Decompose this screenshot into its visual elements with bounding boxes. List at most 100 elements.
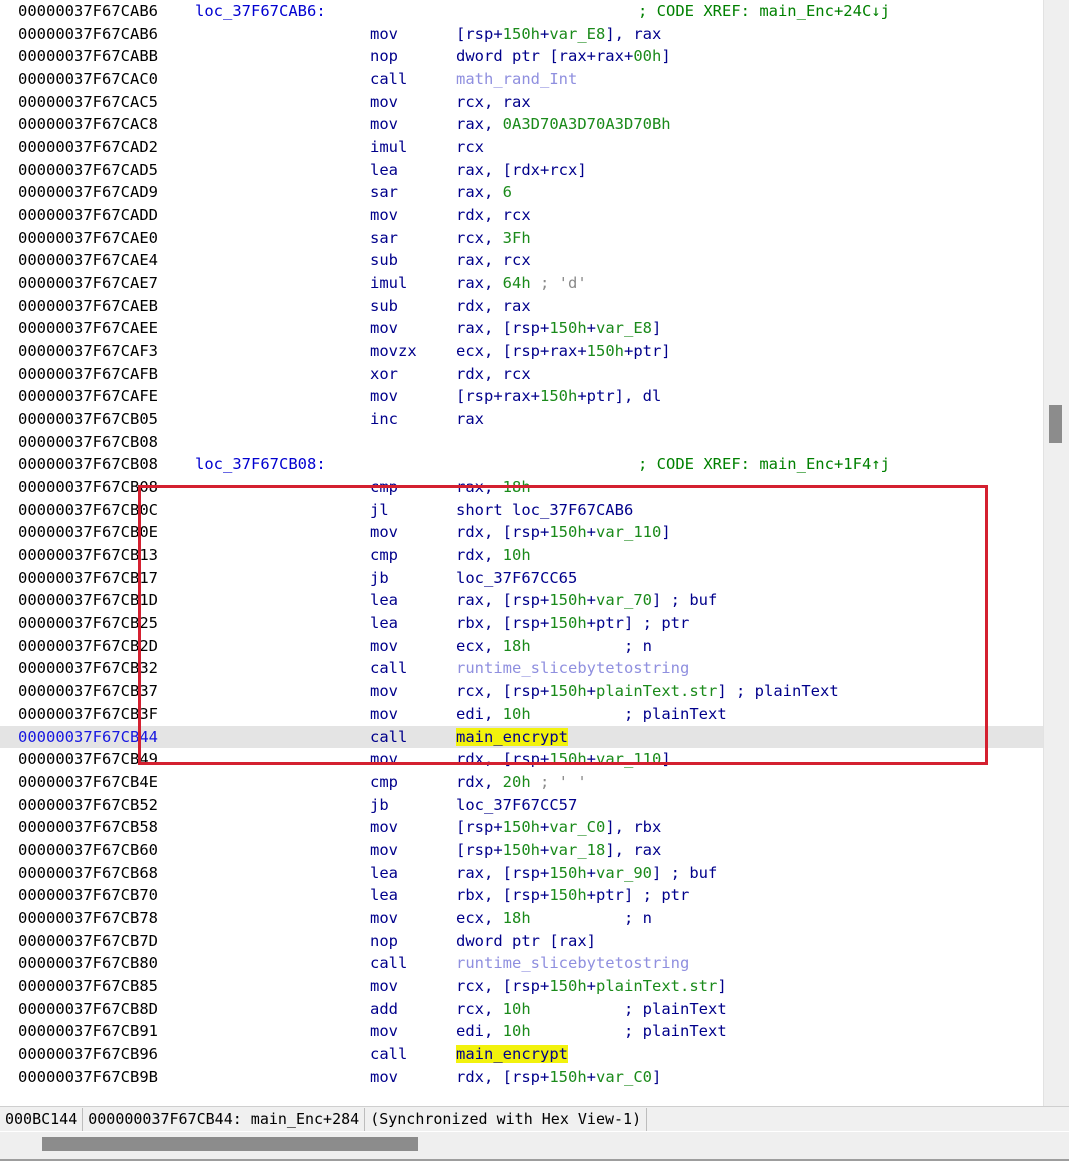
instruction-mnemonic: add [370, 999, 398, 1018]
instruction-mnemonic: cmp [370, 478, 398, 497]
highlighted-symbol[interactable]: main_encrypt [456, 1043, 568, 1066]
code-listing[interactable]: 00000037F67CAB6 loc_37F67CAB6: ; CODE XREF… [0, 0, 1043, 1088]
code-line[interactable]: 00000037F67CB05 inc rax [0, 408, 1043, 431]
instruction-mnemonic: mov [370, 908, 398, 927]
instruction-mnemonic: mov [370, 523, 398, 542]
code-line[interactable]: 00000037F67CB68 lea rax, [rsp+150h+var_90]… [0, 862, 1043, 885]
xref-comment[interactable]: ; CODE XREF: main_Enc+1F4↑j [638, 453, 890, 476]
instruction-address: 00000037F67CB05 [18, 410, 158, 429]
code-line[interactable]: 00000037F67CB08 [0, 431, 1043, 454]
code-line[interactable]: 00000037F67CB96 call main_encrypt [0, 1043, 1043, 1066]
code-line[interactable]: 00000037F67CB25 lea rbx, [rsp+150h+ptr] ; … [0, 612, 1043, 635]
instruction-operands: rcx, 3Fh [456, 228, 531, 247]
code-line[interactable]: 00000037F67CB7D nop dword ptr [rax] [0, 930, 1043, 953]
instruction-mnemonic: call [370, 659, 408, 678]
code-line[interactable]: 00000037F67CAE0 sar rcx, 3Fh [0, 227, 1043, 250]
code-line[interactable]: 00000037F67CAB6 loc_37F67CAB6: ; CODE XREF… [0, 0, 1043, 23]
instruction-mnemonic: call [370, 70, 408, 89]
code-line[interactable]: 00000037F67CB08 cmp rax, 18h [0, 476, 1043, 499]
instruction-operands: [rsp+rax+150h+ptr], dl [456, 387, 662, 406]
instruction-mnemonic: sub [370, 251, 398, 270]
instruction-operands: rdx, [rsp+150h+var_C0] [456, 1067, 662, 1086]
code-line[interactable]: 00000037F67CADD mov rdx, rcx [0, 204, 1043, 227]
instruction-operands[interactable]: runtime_slicebytetostring [456, 952, 689, 975]
code-label[interactable]: loc_37F67CB08: [195, 453, 326, 476]
code-line[interactable]: 00000037F67CB17 jb loc_37F67CC65 [0, 567, 1043, 590]
instruction-operands: rax, rcx [456, 251, 531, 270]
code-line[interactable]: 00000037F67CB80 call runtime_slicebytetost… [0, 952, 1043, 975]
instruction-operands[interactable]: runtime_slicebytetostring [456, 657, 689, 680]
instruction-mnemonic: mov [370, 387, 398, 406]
instruction-mnemonic: lea [370, 863, 398, 882]
instruction-address: 00000037F67CAD9 [18, 183, 158, 202]
code-line[interactable]: 00000037F67CAE4 sub rax, rcx [0, 249, 1043, 272]
code-line[interactable]: 00000037F67CB8D add rcx, 10h ; plainText [0, 998, 1043, 1021]
instruction-operands[interactable]: loc_37F67CC65 [456, 567, 577, 590]
instruction-operands: rbx, [rsp+150h+ptr] ; ptr [456, 614, 690, 633]
code-line[interactable]: 00000037F67CAC8 mov rax, 0A3D70A3D70A3D70B… [0, 113, 1043, 136]
code-line[interactable]: 00000037F67CAD2 imul rcx [0, 136, 1043, 159]
code-line[interactable]: 00000037F67CB78 mov ecx, 18h ; n [0, 907, 1043, 930]
instruction-address: 00000037F67CB60 [18, 840, 158, 859]
instruction-address: 00000037F67CB2D [18, 636, 158, 655]
code-line[interactable]: 00000037F67CAC0 call math_rand_Int [0, 68, 1043, 91]
code-line[interactable]: 00000037F67CAEB sub rdx, rax [0, 295, 1043, 318]
code-line[interactable]: 00000037F67CAD9 sar rax, 6 [0, 181, 1043, 204]
code-line[interactable]: 00000037F67CAF3 movzx ecx, [rsp+rax+150h+p… [0, 340, 1043, 363]
instruction-operands: [rsp+150h+var_E8], rax [456, 24, 662, 43]
xref-comment[interactable]: ; CODE XREF: main_Enc+24C↓j [638, 0, 890, 23]
code-line[interactable]: 00000037F67CB60 mov [rsp+150h+var_18], rax [0, 839, 1043, 862]
instruction-address: 00000037F67CB08 [18, 432, 158, 451]
instruction-operands[interactable]: math_rand_Int [456, 68, 577, 91]
code-line[interactable]: 00000037F67CB52 jb loc_37F67CC57 [0, 794, 1043, 817]
instruction-operands: [rsp+150h+var_C0], rbx [456, 818, 662, 837]
code-line[interactable]: 00000037F67CB49 mov rdx, [rsp+150h+var_110… [0, 748, 1043, 771]
code-line[interactable]: 00000037F67CB2D mov ecx, 18h ; n [0, 635, 1043, 658]
code-line[interactable]: 00000037F67CB0E mov rdx, [rsp+150h+var_110… [0, 521, 1043, 544]
instruction-address: 00000037F67CB4E [18, 772, 158, 791]
instruction-address: 00000037F67CB7D [18, 931, 158, 950]
instruction-mnemonic: sar [370, 228, 398, 247]
code-line[interactable]: 00000037F67CB4E cmp rdx, 20h ; ' ' [0, 771, 1043, 794]
horizontal-scrollbar[interactable] [0, 1131, 1069, 1161]
instruction-address: 00000037F67CB49 [18, 750, 158, 769]
code-line[interactable]: 00000037F67CB58 mov [rsp+150h+var_C0], rbx [0, 816, 1043, 839]
code-line[interactable]: 00000037F67CB70 lea rbx, [rsp+150h+ptr] ; … [0, 884, 1043, 907]
disassembly-view[interactable]: 00000037F67CAB6 loc_37F67CAB6: ; CODE XREF… [0, 0, 1043, 1106]
code-line[interactable]: 00000037F67CB13 cmp rdx, 10h [0, 544, 1043, 567]
code-line[interactable]: 00000037F67CB91 mov edi, 10h ; plainText [0, 1020, 1043, 1043]
instruction-address: 00000037F67CB78 [18, 908, 158, 927]
code-line[interactable]: 00000037F67CB85 mov rcx, [rsp+150h+plainTe… [0, 975, 1043, 998]
code-line[interactable]: 00000037F67CB0C jl short loc_37F67CAB6 [0, 499, 1043, 522]
code-line[interactable]: 00000037F67CB9B mov rdx, [rsp+150h+var_C0] [0, 1066, 1043, 1089]
instruction-mnemonic: call [370, 954, 408, 973]
instruction-operands[interactable]: short loc_37F67CAB6 [456, 499, 633, 522]
instruction-operands[interactable]: loc_37F67CC57 [456, 794, 577, 817]
instruction-address: 00000037F67CB70 [18, 886, 158, 905]
vertical-scrollbar[interactable] [1043, 0, 1069, 1106]
code-line[interactable]: 00000037F67CB37 mov rcx, [rsp+150h+plainTe… [0, 680, 1043, 703]
code-line[interactable]: 00000037F67CABB nop dword ptr [rax+rax+00h… [0, 45, 1043, 68]
code-line[interactable]: 00000037F67CAD5 lea rax, [rdx+rcx] [0, 159, 1043, 182]
highlighted-symbol[interactable]: main_encrypt [456, 726, 568, 749]
instruction-mnemonic: jl [370, 500, 389, 519]
instruction-address: 00000037F67CB58 [18, 818, 158, 837]
code-line[interactable]: 00000037F67CB32 call runtime_slicebytetost… [0, 657, 1043, 680]
code-line[interactable]: 00000037F67CAFB xor rdx, rcx [0, 363, 1043, 386]
instruction-address: 00000037F67CAC0 [18, 70, 158, 89]
code-line[interactable]: 00000037F67CAEE mov rax, [rsp+150h+var_E8] [0, 317, 1043, 340]
code-label[interactable]: loc_37F67CAB6: [195, 0, 326, 23]
code-line[interactable]: 00000037F67CAB6 mov [rsp+150h+var_E8], rax [0, 23, 1043, 46]
code-line[interactable]: 00000037F67CB08 loc_37F67CB08: ; CODE XREF… [0, 453, 1043, 476]
code-line[interactable]: 00000037F67CB1D lea rax, [rsp+150h+var_70]… [0, 589, 1043, 612]
code-line[interactable]: 00000037F67CAC5 mov rcx, rax [0, 91, 1043, 114]
code-line[interactable]: 00000037F67CAFE mov [rsp+rax+150h+ptr], dl [0, 385, 1043, 408]
instruction-operands: rax, [rsp+150h+var_90] ; buf [456, 863, 718, 882]
code-line[interactable]: 00000037F67CAE7 imul rax, 64h ; 'd' [0, 272, 1043, 295]
vertical-scrollbar-thumb[interactable] [1049, 405, 1062, 443]
instruction-mnemonic: call [370, 1044, 408, 1063]
horizontal-scrollbar-thumb[interactable] [42, 1137, 418, 1151]
code-line[interactable]: 00000037F67CB44 call main_encrypt [0, 725, 1043, 749]
instruction-mnemonic: xor [370, 364, 398, 383]
code-line[interactable]: 00000037F67CB3F mov edi, 10h ; plainText [0, 703, 1043, 726]
